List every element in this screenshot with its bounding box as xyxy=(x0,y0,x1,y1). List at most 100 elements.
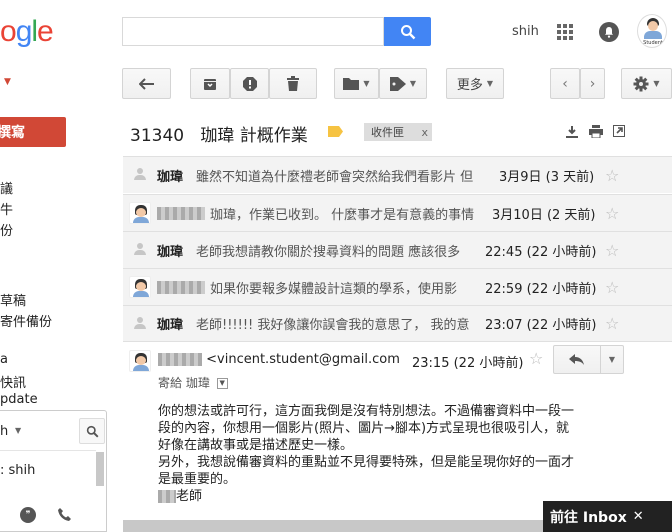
body-line: 是最重要的。 xyxy=(158,472,237,487)
reply-icon xyxy=(569,353,584,365)
move-to-button[interactable]: ▼ xyxy=(334,68,379,99)
notifications-bell-icon[interactable] xyxy=(599,22,619,42)
more-button[interactable]: 更多 ▼ xyxy=(446,68,504,99)
body-line: 另外，我想說備審資料的重點並不見得要特殊，但是能呈現你好的一面才 xyxy=(158,455,575,470)
back-to-inbox-button[interactable] xyxy=(122,68,171,99)
close-icon[interactable]: ✕ xyxy=(633,509,644,524)
compose-button[interactable]: 撰寫 xyxy=(0,117,66,147)
hangouts-dropdown-caret-icon[interactable]: ▼ xyxy=(15,426,21,435)
message-row-1[interactable]: 珈瑋 雖然不知道為什麼禮老師會突然給我們看影片 但 3月9日 (3 天前) ☆ xyxy=(123,156,672,193)
new-window-icon[interactable] xyxy=(613,125,625,137)
report-spam-button[interactable] xyxy=(230,68,269,99)
newer-button[interactable]: ‹ xyxy=(550,68,580,99)
delete-button[interactable] xyxy=(269,68,317,99)
message-date: 22:45 (22 小時前) xyxy=(485,244,597,260)
message-body: 你的想法或許可行，這方面我倒是沒有特別想法。不過備審資料中一段一 段的內容，你想… xyxy=(158,403,574,505)
hangouts-user[interactable]: : shih xyxy=(0,463,35,478)
logo-letter-g: g xyxy=(15,15,33,48)
body-line: 好像在講故事或是描述歷史一樣。 xyxy=(158,438,354,453)
user-name[interactable]: shih xyxy=(512,24,539,39)
hangouts-search-button[interactable] xyxy=(79,418,105,444)
folder-icon xyxy=(343,78,360,90)
gmail-window: { "header": { "logo_text": "ogle", "sear… xyxy=(0,0,672,532)
horizontal-scrollbar[interactable] xyxy=(123,520,543,532)
avatar-caption: Student xyxy=(643,40,663,46)
printer-icon[interactable] xyxy=(589,125,603,138)
message-sender: 珈瑋 xyxy=(157,318,184,333)
sidebar-item-sent-backup[interactable]: 寄件備份 xyxy=(0,311,52,330)
sidebar-item-drafts[interactable]: 草稿 xyxy=(0,290,26,309)
open-message-from: <vincent.student@gmail.com xyxy=(158,352,400,367)
signature: 老師 xyxy=(158,488,574,505)
star-icon[interactable]: ☆ xyxy=(529,349,543,368)
message-row-3[interactable]: 珈瑋 老師我想請教你關於搜尋資料的問題 應該很多 22:45 (22 小時前) … xyxy=(123,231,672,268)
message-snippet: 珈瑋，作業已收到。 什麼事才是有意義的事情 xyxy=(210,207,475,223)
settings-button[interactable]: ▼ xyxy=(621,68,672,99)
body-line: 你的想法或許可行，這方面我倒是沒有特別想法。不過備審資料中一段一 xyxy=(158,404,575,419)
search-icon xyxy=(400,24,415,39)
sidebar-item-0[interactable]: 議 xyxy=(0,178,13,197)
sidebar-item-alerts[interactable]: 快訊 xyxy=(0,372,26,391)
reply-options-button[interactable]: ▼ xyxy=(600,345,624,374)
gear-icon xyxy=(633,76,649,91)
labels-button[interactable]: ▼ xyxy=(379,68,427,99)
from-email[interactable]: <vincent.student@gmail.com xyxy=(206,352,400,367)
inbox-label-chip[interactable]: 收件匣 x xyxy=(364,123,432,141)
message-date: 22:59 (22 小時前) xyxy=(485,281,597,297)
account-avatar[interactable]: Student xyxy=(637,14,667,48)
mail-dropdown-caret-icon[interactable]: ▼ xyxy=(4,77,11,87)
sidebar-item-2[interactable]: 份 xyxy=(0,220,13,239)
message-snippet: 如果你要報多媒體設計這類的學系，使用影 xyxy=(210,281,458,297)
redacted-signature-name xyxy=(158,490,176,503)
sidebar-item-1[interactable]: 牛 xyxy=(0,199,13,218)
chevron-down-icon: ▼ xyxy=(363,79,370,88)
message-date: 3月9日 (3 天前) xyxy=(499,169,595,185)
print-all-icon[interactable] xyxy=(566,126,578,138)
message-row-5[interactable]: 珈瑋 老師!!!!!! 我好像讓你誤會我的意思了， 我的意 23:07 (22 … xyxy=(123,305,672,342)
star-icon[interactable]: ☆ xyxy=(605,314,619,333)
chevron-down-icon: ▼ xyxy=(653,79,660,88)
label-tag-icon xyxy=(389,76,406,91)
google-logo[interactable]: ogle xyxy=(0,14,54,50)
recipient-line: 寄給 珈瑋 ▼ xyxy=(158,374,228,391)
message-row-2[interactable]: 珈瑋，作業已收到。 什麼事才是有意義的事情 3月10日 (2 天前) ☆ xyxy=(123,194,672,231)
archive-icon xyxy=(204,78,216,90)
compose-label: 撰寫 xyxy=(0,125,25,141)
open-message-avatar xyxy=(129,350,151,372)
logo-letter-e: e xyxy=(37,15,54,48)
apps-grid-icon[interactable] xyxy=(557,24,573,40)
show-details-button[interactable]: ▼ xyxy=(216,378,228,389)
sender-avatar-photo xyxy=(129,276,151,298)
sender-avatar-placeholder xyxy=(129,313,151,335)
hangouts-icon[interactable]: ❞ xyxy=(20,507,36,523)
star-icon[interactable]: ☆ xyxy=(605,278,619,297)
go-to-inbox-banner[interactable]: 前往 Inbox ✕ xyxy=(543,501,672,532)
phone-icon[interactable] xyxy=(57,508,71,522)
more-label: 更多 xyxy=(456,78,483,93)
older-button[interactable]: › xyxy=(580,68,605,99)
message-row-4[interactable]: 如果你要報多媒體設計這類的學系，使用影 22:59 (22 小時前) ☆ xyxy=(123,268,672,305)
star-icon[interactable]: ☆ xyxy=(605,204,619,223)
search-input[interactable] xyxy=(122,17,384,46)
sidebar-item-update[interactable]: pdate xyxy=(0,392,38,407)
inbox-label-text: 收件匣 xyxy=(371,126,404,139)
hangouts-search-text[interactable]: h xyxy=(0,424,8,439)
star-icon[interactable]: ☆ xyxy=(605,241,619,260)
reply-button[interactable] xyxy=(553,345,601,374)
message-sender: 珈瑋 xyxy=(157,169,184,185)
spam-icon xyxy=(242,76,257,91)
search-icon xyxy=(86,425,98,437)
thread-subject-title: 珈瑋 計概作業 xyxy=(200,126,308,146)
importance-marker-icon[interactable] xyxy=(328,126,343,137)
message-snippet: 老師我想請教你關於搜尋資料的問題 應該很多 xyxy=(196,244,461,260)
message-date: 23:07 (22 小時前) xyxy=(485,318,597,333)
sidebar-item-5[interactable]: a xyxy=(0,352,8,367)
hangouts-scrollbar[interactable] xyxy=(96,452,104,486)
sender-avatar-placeholder xyxy=(129,239,151,261)
star-icon[interactable]: ☆ xyxy=(605,166,619,185)
remove-label-button[interactable]: x xyxy=(421,126,428,139)
message-date: 3月10日 (2 天前) xyxy=(492,207,596,223)
archive-button[interactable] xyxy=(190,68,230,99)
search-button[interactable] xyxy=(384,17,431,46)
sender-avatar-photo xyxy=(129,202,151,224)
